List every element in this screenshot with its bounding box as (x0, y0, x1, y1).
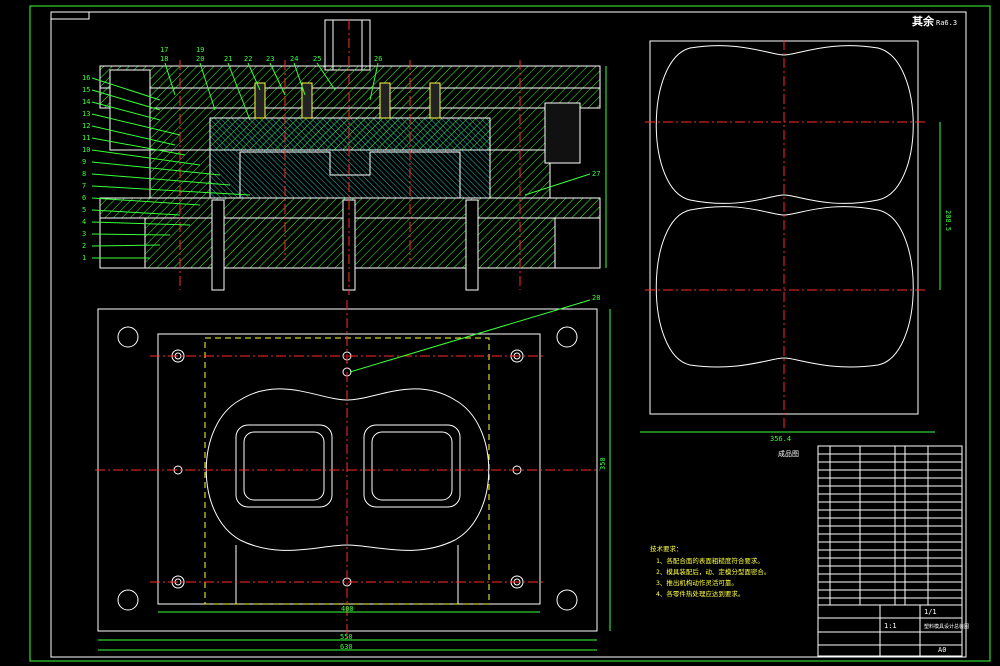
corner-tag (50, 11, 90, 20)
plan-view: 400 550 630 350 28 (95, 294, 611, 651)
svg-text:18: 18 (160, 55, 168, 63)
svg-text:13: 13 (82, 110, 90, 118)
svg-text:400: 400 (341, 605, 354, 613)
svg-text:25: 25 (313, 55, 321, 63)
svg-text:7: 7 (82, 182, 86, 190)
svg-text:4、各零件热处理应达到要求。: 4、各零件热处理应达到要求。 (656, 589, 744, 598)
top-clamp-plate (99, 65, 601, 89)
svg-text:技术要求：: 技术要求： (650, 544, 683, 553)
part-view: 356.4 208.5 成品图 (640, 40, 952, 458)
roughness-note: 其余 (912, 14, 935, 28)
section-view (99, 19, 607, 295)
svg-text:2: 2 (82, 242, 86, 250)
svg-text:5: 5 (82, 206, 86, 214)
core-insert (209, 117, 491, 199)
svg-text:19: 19 (196, 46, 204, 54)
svg-text:1/1: 1/1 (924, 608, 937, 616)
svg-text:16: 16 (82, 74, 90, 82)
svg-text:21: 21 (224, 55, 232, 63)
svg-text:350: 350 (599, 457, 607, 470)
cad-drawing: 其余 Ra6.3 16 15 14 13 12 11 10 9 8 7 6 5 … (29, 5, 991, 662)
svg-text:A0: A0 (938, 646, 946, 654)
tech-requirements: 技术要求： 1、各配合面的表面粗糙度符合要求。 2、模具装配后，动、定模分型面密… (650, 544, 770, 598)
svg-text:14: 14 (82, 98, 90, 106)
svg-text:550: 550 (340, 633, 353, 641)
roughness-value: Ra6.3 (936, 19, 957, 27)
svg-text:15: 15 (82, 86, 90, 94)
plan-inner (157, 333, 541, 605)
svg-text:3: 3 (82, 230, 86, 238)
svg-text:3、推出机构动作灵活可靠。: 3、推出机构动作灵活可靠。 (656, 578, 738, 587)
svg-text:27: 27 (592, 170, 600, 178)
guide-pillar (544, 102, 581, 164)
svg-text:1:1: 1:1 (884, 622, 897, 630)
ejector-pin-3 (465, 199, 479, 291)
svg-text:23: 23 (266, 55, 274, 63)
svg-text:1: 1 (82, 254, 86, 262)
svg-text:26: 26 (374, 55, 382, 63)
svg-text:630: 630 (340, 643, 353, 651)
svg-text:208.5: 208.5 (944, 210, 952, 231)
svg-text:成品图: 成品图 (778, 449, 799, 458)
svg-text:24: 24 (290, 55, 298, 63)
ejector-pin-1 (211, 199, 225, 291)
part-outline-upper (655, 45, 914, 204)
svg-text:6: 6 (82, 194, 86, 202)
svg-text:9: 9 (82, 158, 86, 166)
svg-text:17: 17 (160, 46, 168, 54)
svg-text:20: 20 (196, 55, 204, 63)
svg-text:10: 10 (82, 146, 90, 154)
svg-text:22: 22 (244, 55, 252, 63)
title-block: 1/1 1:1 塑料模具设计总装图 A0 (817, 445, 969, 657)
svg-text:11: 11 (82, 134, 90, 142)
svg-text:塑料模具设计总装图: 塑料模具设计总装图 (924, 623, 969, 630)
sprue-bushing (324, 19, 371, 71)
svg-text:8: 8 (82, 170, 86, 178)
svg-text:1、各配合面的表面粗糙度符合要求。: 1、各配合面的表面粗糙度符合要求。 (656, 556, 764, 565)
svg-text:2、模具装配后，动、定模分型面密合。: 2、模具装配后，动、定模分型面密合。 (656, 567, 770, 576)
part-outline-lower (655, 206, 914, 368)
svg-text:12: 12 (82, 122, 90, 130)
svg-text:28: 28 (592, 294, 600, 302)
svg-text:4: 4 (82, 218, 86, 226)
cad-viewport[interactable]: 其余 Ra6.3 16 15 14 13 12 11 10 9 8 7 6 5 … (0, 0, 1000, 666)
a-plate (99, 87, 601, 109)
svg-text:356.4: 356.4 (770, 435, 791, 443)
